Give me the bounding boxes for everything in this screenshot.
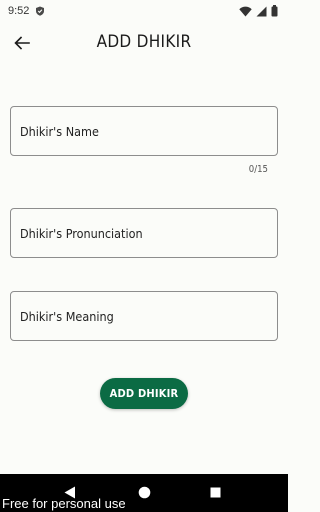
dhikir-pronunciation-field[interactable] [10, 208, 278, 258]
dhikir-meaning-field[interactable] [10, 291, 278, 341]
wifi-icon [239, 6, 252, 16]
dhikir-meaning-input[interactable] [20, 308, 268, 324]
signal-icon [256, 6, 267, 16]
recents-square-icon[interactable] [210, 487, 221, 498]
status-icons [239, 5, 278, 17]
battery-icon [271, 5, 278, 17]
watermark-text: Free for personal use [2, 496, 126, 511]
shield-icon [36, 6, 45, 16]
status-time: 9:52 [8, 5, 30, 17]
name-character-counter: 0/15 [248, 164, 268, 175]
status-bar: 9:52 [0, 0, 288, 22]
dhikir-name-field[interactable] [10, 106, 278, 156]
page-title: ADD DHIKIR [96, 32, 192, 52]
home-circle-icon[interactable] [138, 486, 151, 499]
app-bar: ADD DHIKIR [0, 24, 288, 62]
add-dhikir-button[interactable]: ADD DHIKIR [100, 378, 188, 409]
dhikir-pronunciation-input[interactable] [20, 225, 268, 241]
add-dhikir-screen: 9:52 ADD DHIKIR 0/15 [0, 0, 288, 512]
dhikir-name-input[interactable] [20, 123, 268, 139]
